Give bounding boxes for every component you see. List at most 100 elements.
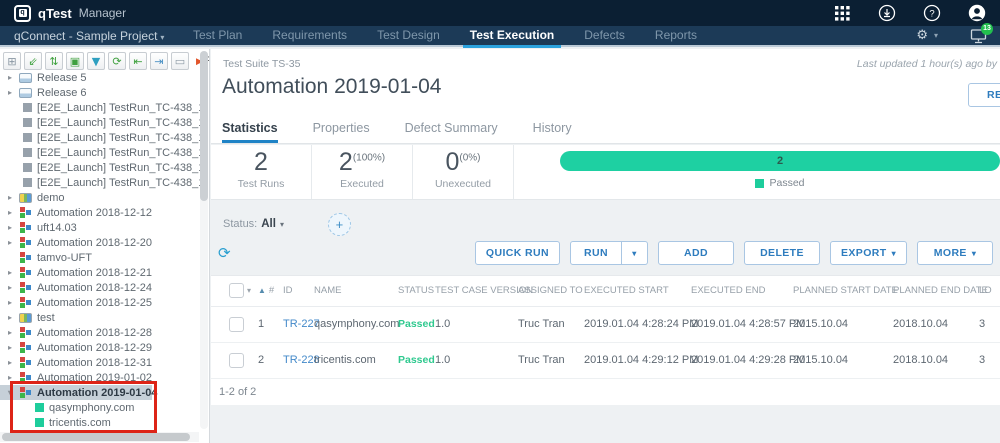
card-view-icon[interactable]: ▭: [171, 52, 189, 70]
automation-host-icon[interactable]: 13: [970, 28, 988, 44]
col-id[interactable]: ID: [283, 276, 314, 306]
tab-history[interactable]: History: [533, 117, 572, 143]
select-dropdown-icon[interactable]: ▾: [247, 286, 251, 295]
nav-requirements[interactable]: Requirements: [257, 25, 362, 46]
toggle-panel-icon[interactable]: ⊞: [3, 52, 21, 70]
collapse-tree-icon[interactable]: ▣: [66, 52, 84, 70]
col-name[interactable]: NAME: [314, 276, 398, 306]
tree-item-automation-2018-12-24[interactable]: ▸Automation 2018-12-24: [0, 280, 200, 295]
tree-item-automation-2018-12-25[interactable]: ▸Automation 2018-12-25: [0, 295, 200, 310]
caret-right-icon[interactable]: ▸: [8, 208, 19, 217]
run-dropdown-button[interactable]: ▾: [622, 241, 648, 265]
tree-item-testrun[interactable]: [E2E_Launch] TestRun_TC-438_154467612786…: [0, 100, 200, 115]
help-icon[interactable]: ?: [923, 4, 941, 22]
refresh-tree-icon[interactable]: ⟳: [108, 52, 126, 70]
filter-icon[interactable]: ▼: [87, 52, 105, 70]
tree-item-automation-2018-12-31[interactable]: ▸Automation 2018-12-31: [0, 355, 200, 370]
caret-right-icon[interactable]: ▸: [8, 193, 19, 202]
col-log[interactable]: LO: [979, 276, 1000, 306]
refresh-grid-icon[interactable]: ⟳: [218, 244, 231, 262]
tree-item-automation-2018-12-12[interactable]: ▸Automation 2018-12-12: [0, 205, 200, 220]
add-node-icon[interactable]: ⇙: [24, 52, 42, 70]
chevron-down-icon[interactable]: ▾: [280, 220, 284, 229]
add-filter-button[interactable]: +: [328, 213, 351, 236]
project-selector[interactable]: qConnect - Sample Project▾: [0, 29, 178, 43]
caret-right-icon[interactable]: ▸: [8, 358, 19, 367]
caret-right-icon[interactable]: ▸: [8, 268, 19, 277]
nav-defects[interactable]: Defects: [569, 25, 640, 46]
col-num[interactable]: ▲#: [258, 276, 283, 306]
quick-run-button[interactable]: QUICK RUN: [475, 241, 560, 265]
tree-item-automation-2018-12-28[interactable]: ▸Automation 2018-12-28: [0, 325, 200, 340]
table-row[interactable]: 1 TR-227 qasymphony.com Passed 1.0 Truc …: [211, 306, 1000, 342]
export-icon[interactable]: ⇥: [150, 52, 168, 70]
col-assigned[interactable]: ASSIGNED TO: [518, 276, 584, 306]
select-all-checkbox[interactable]: [229, 283, 244, 298]
export-button[interactable]: EXPORT▾: [830, 241, 907, 265]
caret-right-icon[interactable]: ▸: [8, 373, 19, 382]
scrollbar-thumb[interactable]: [2, 433, 190, 441]
col-exec-end[interactable]: EXECUTED END: [691, 276, 793, 306]
download-icon[interactable]: [878, 4, 896, 22]
col-planned-end[interactable]: PLANNED END DATE: [893, 276, 979, 306]
caret-right-icon[interactable]: ▸: [8, 313, 19, 322]
caret-right-icon[interactable]: ▸: [8, 328, 19, 337]
gear-caret-icon[interactable]: ▾: [934, 31, 938, 40]
add-button[interactable]: ADD: [658, 241, 734, 265]
cell-exec-end: 2019.01.04 4:28:57 PM: [691, 306, 793, 342]
run-button[interactable]: RUN: [570, 241, 622, 265]
caret-right-icon[interactable]: ▸: [8, 283, 19, 292]
tree-item-automation-2019-01-04[interactable]: ▾Automation 2019-01-04: [0, 385, 152, 400]
caret-right-icon[interactable]: ▸: [8, 298, 19, 307]
import-icon[interactable]: ⇤: [129, 52, 147, 70]
tree-item-demo[interactable]: ▸demo: [0, 190, 200, 205]
caret-right-icon[interactable]: ▸: [8, 73, 19, 82]
tree-item-automation-2019-01-02[interactable]: ▸Automation 2019-01-02: [0, 370, 200, 385]
nav-test-design[interactable]: Test Design: [362, 25, 455, 46]
tree-item-testrun[interactable]: [E2E_Launch] TestRun_TC-438_154467612786…: [0, 115, 200, 130]
tree-item-testrun[interactable]: [E2E_Launch] TestRun_TC-438_154467612786…: [0, 130, 200, 145]
col-planned-start[interactable]: PLANNED START DATE: [793, 276, 893, 306]
tab-properties[interactable]: Properties: [313, 117, 370, 143]
tree-item-release-5[interactable]: ▸Release 5: [0, 70, 200, 85]
caret-right-icon[interactable]: ▸: [8, 223, 19, 232]
row-checkbox[interactable]: [229, 317, 244, 332]
tree-item-testrun[interactable]: [E2E_Launch] TestRun_TC-438_154467612786…: [0, 175, 200, 190]
tree-horizontal-scrollbar[interactable]: [0, 432, 199, 442]
tree-item-testrun[interactable]: [E2E_Launch] TestRun_TC-438_154467612786…: [0, 160, 200, 175]
tree-item-qasymphony-com[interactable]: qasymphony.com: [0, 400, 200, 415]
nav-test-plan[interactable]: Test Plan: [178, 25, 257, 46]
tree-item-automation-2018-12-29[interactable]: ▸Automation 2018-12-29: [0, 340, 200, 355]
tree-vertical-scrollbar[interactable]: [200, 51, 208, 429]
tab-defect-summary[interactable]: Defect Summary: [405, 117, 498, 143]
nav-test-execution[interactable]: Test Execution: [455, 25, 569, 46]
tree-item-tamvo-uft[interactable]: tamvo-UFT: [0, 250, 200, 265]
tree-item-release-6[interactable]: ▸Release 6: [0, 85, 200, 100]
delete-button[interactable]: DELETE: [744, 241, 820, 265]
row-checkbox[interactable]: [229, 353, 244, 368]
user-avatar-icon[interactable]: [968, 4, 986, 22]
tree-item-automation-2018-12-21[interactable]: ▸Automation 2018-12-21: [0, 265, 200, 280]
status-filter-value[interactable]: All: [261, 218, 276, 230]
more-button[interactable]: MORE▾: [917, 241, 993, 265]
tab-statistics[interactable]: Statistics: [222, 117, 278, 143]
tree-item-test[interactable]: ▸test: [0, 310, 200, 325]
caret-right-icon[interactable]: ▸: [8, 238, 19, 247]
scrollbar-thumb[interactable]: [200, 51, 208, 201]
nav-reports[interactable]: Reports: [640, 25, 712, 46]
table-row[interactable]: 2 TR-228 tricentis.com Passed 1.0 Truc T…: [211, 342, 1000, 378]
gear-icon[interactable]: ⚙: [916, 28, 928, 43]
caret-down-icon[interactable]: ▾: [8, 388, 19, 397]
caret-right-icon[interactable]: ▸: [8, 343, 19, 352]
caret-right-icon[interactable]: ▸: [8, 88, 19, 97]
tree-item-automation-2018-12-20[interactable]: ▸Automation 2018-12-20: [0, 235, 200, 250]
tree-item-testrun[interactable]: [E2E_Launch] TestRun_TC-438_154467612786…: [0, 145, 200, 160]
move-node-icon[interactable]: ⇅: [45, 52, 63, 70]
col-version[interactable]: TEST CASE VERSION: [435, 276, 518, 306]
col-status[interactable]: STATUS: [398, 276, 435, 306]
reload-button[interactable]: REL: [968, 83, 1000, 107]
tree-item-tricentis-com[interactable]: tricentis.com: [0, 415, 200, 430]
tree-item-uft14-03[interactable]: ▸uft14.03: [0, 220, 200, 235]
col-exec-start[interactable]: EXECUTED START: [584, 276, 691, 306]
apps-grid-icon[interactable]: [833, 4, 851, 22]
